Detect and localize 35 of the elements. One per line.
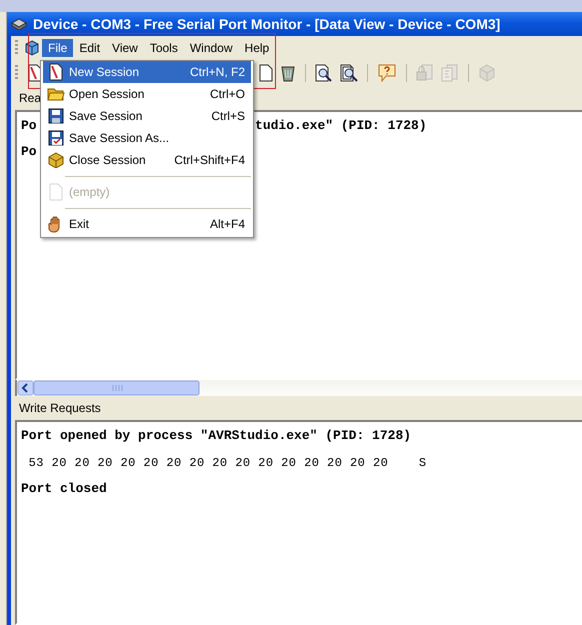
menu-item[interactable]: New Session Ctrl+N, F2 bbox=[43, 61, 251, 83]
menu-item[interactable]: Exit Alt+F4 bbox=[43, 213, 251, 235]
menu-bar-item[interactable]: File bbox=[42, 39, 74, 57]
trash-icon[interactable] bbox=[280, 64, 296, 82]
question-bubble-icon[interactable] bbox=[377, 64, 397, 82]
log-text: Po bbox=[21, 144, 37, 158]
log-text: Port closed bbox=[21, 481, 107, 496]
floppy-disk-check-icon bbox=[48, 130, 64, 146]
cube-icon[interactable] bbox=[24, 40, 40, 56]
box-icon bbox=[48, 152, 64, 168]
log-text: Po bbox=[21, 118, 37, 133]
magnifier-documents-icon[interactable] bbox=[340, 64, 358, 82]
log-text: 53 20 20 20 20 20 20 20 20 20 20 20 20 20 20 20 S bbox=[28, 456, 427, 470]
device-icon bbox=[11, 18, 27, 30]
menu-item[interactable]: Save Session Ctrl+S bbox=[43, 105, 251, 127]
menu-item[interactable]: Close Session Ctrl+Shift+F4 bbox=[43, 149, 251, 171]
pane-label: Rea bbox=[18, 90, 42, 107]
horizontal-scrollbar[interactable] bbox=[17, 380, 201, 396]
menu-bar-item[interactable]: View bbox=[106, 39, 144, 57]
menu-bar-item[interactable]: Tools bbox=[144, 39, 184, 57]
folder-icon bbox=[47, 86, 65, 102]
log-text: tudio.exe" (PID: 1728) bbox=[255, 118, 427, 133]
log-text: Port opened by process "AVRStudio.exe" (PID: 1728) bbox=[21, 428, 412, 443]
magnifier-document-icon[interactable] bbox=[315, 64, 333, 82]
document-icon[interactable] bbox=[259, 64, 273, 82]
new-document-icon bbox=[48, 63, 64, 81]
blank-document-icon bbox=[49, 183, 63, 201]
pane-label: Write Requests bbox=[18, 400, 101, 417]
menu-bar-item[interactable]: Help bbox=[238, 39, 276, 57]
menu-item[interactable]: Open Session Ctrl+O bbox=[43, 83, 251, 105]
menu-item[interactable]: Save Session As... bbox=[43, 127, 251, 149]
menu-bar-item[interactable]: Window bbox=[184, 39, 239, 57]
menu-bar-item[interactable]: Edit bbox=[73, 39, 106, 57]
new-document-icon[interactable] bbox=[27, 64, 43, 82]
window-title: Device - COM3 - Free Serial Port Monitor - [Data View - Device - COM3] bbox=[33, 16, 500, 32]
